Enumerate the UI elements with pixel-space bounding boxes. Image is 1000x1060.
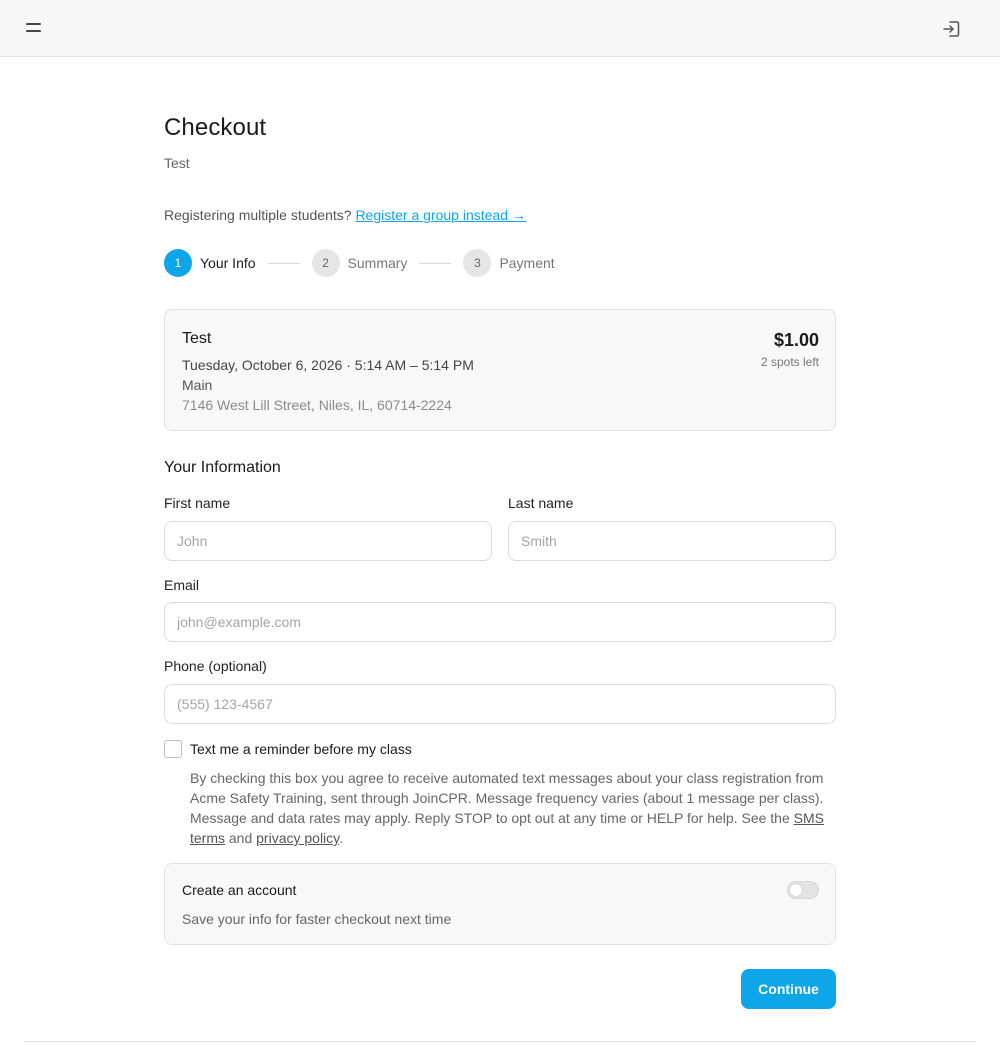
register-group-link[interactable]: Register a group instead → <box>355 207 525 223</box>
step-number: 2 <box>311 249 340 277</box>
step-payment: 3 Payment <box>463 249 555 277</box>
section-title-your-information: Your Information <box>164 459 281 476</box>
step-your-info: 1 Your Info <box>164 249 256 277</box>
sms-reminder-label[interactable]: Text me a reminder before my class <box>190 741 412 757</box>
last-name-input[interactable] <box>508 521 836 561</box>
class-summary-card: Test Tuesday, October 6, 2026 · 5:14 AM … <box>164 309 836 431</box>
create-account-toggle[interactable] <box>787 881 819 899</box>
privacy-policy-link[interactable]: privacy policy <box>256 830 339 846</box>
step-number: 1 <box>164 249 192 277</box>
step-label: Summary <box>347 255 408 271</box>
sms-reminder-row: Text me a reminder before my class <box>164 740 412 758</box>
footer-divider <box>24 1041 976 1042</box>
class-address: 7146 West Lill Street, Niles, IL, 60714-… <box>182 397 452 413</box>
first-name-label: First name <box>164 495 231 511</box>
email-input[interactable] <box>164 602 836 642</box>
top-bar <box>0 0 1000 57</box>
spots-left: 2 spots left <box>760 355 819 369</box>
create-account-description: Save your info for faster checkout next … <box>182 911 452 927</box>
class-date: Tuesday, October 6, 2026 <box>182 357 343 373</box>
class-date-time: Tuesday, October 6, 2026 · 5:14 AM – 5:1… <box>182 357 474 373</box>
sms-reminder-checkbox[interactable] <box>164 740 182 758</box>
step-summary: 2 Summary <box>311 249 408 277</box>
continue-button[interactable]: Continue <box>741 969 836 1009</box>
create-account-card: Create an account Save your info for fas… <box>164 863 836 945</box>
step-label: Your Info <box>200 255 256 271</box>
page-subtitle: Test <box>164 155 190 171</box>
group-register-prompt: Registering multiple students? <box>164 207 356 223</box>
email-label: Email <box>164 577 200 593</box>
sign-in-icon[interactable] <box>940 17 964 41</box>
hamburger-menu-icon[interactable] <box>20 16 48 40</box>
consent-and: and <box>225 830 257 846</box>
first-name-input[interactable] <box>164 521 492 561</box>
last-name-label: Last name <box>508 495 574 511</box>
step-label: Payment <box>499 255 555 271</box>
group-register-line: Registering multiple students? Register … <box>164 207 526 223</box>
sms-consent-text: By checking this box you agree to receiv… <box>190 768 840 848</box>
class-name: Test <box>182 330 212 347</box>
class-location: Main <box>182 377 213 393</box>
step-separator <box>419 262 452 264</box>
consent-end: . <box>339 830 344 846</box>
create-account-title: Create an account <box>182 882 297 898</box>
page-title: Checkout <box>164 114 267 141</box>
consent-body: By checking this box you agree to receiv… <box>190 770 824 826</box>
step-separator <box>267 262 300 264</box>
date-time-separator: · <box>342 357 355 373</box>
toggle-knob <box>790 884 802 896</box>
phone-input[interactable] <box>164 684 836 724</box>
checkout-stepper: 1 Your Info 2 Summary 3 Payment <box>164 249 555 277</box>
class-time: 5:14 AM – 5:14 PM <box>354 357 474 373</box>
step-number: 3 <box>463 249 492 277</box>
phone-label: Phone (optional) <box>164 658 267 674</box>
class-price: $1.00 <box>773 330 819 350</box>
